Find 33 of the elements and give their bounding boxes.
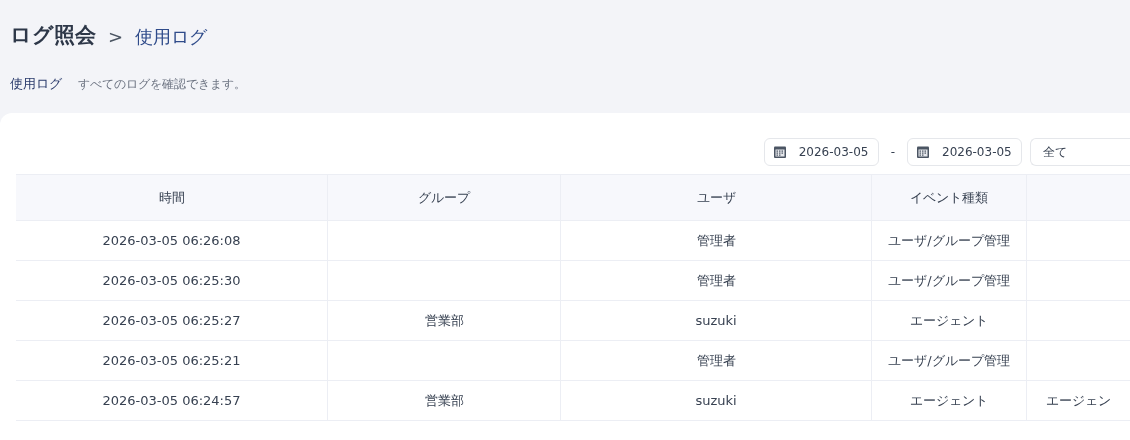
column-header: ユーザ <box>561 175 872 220</box>
table-cell: ユーザ/グループ管理 <box>872 261 1027 300</box>
table-cell: suzuki <box>561 381 872 420</box>
table-cell: 営業部 <box>328 381 561 420</box>
date-field[interactable]: 2026-03-05 <box>907 137 1022 166</box>
section-description: すべてのログを確認できます。 <box>78 76 246 93</box>
page-title: ログ照会 <box>10 22 96 50</box>
table-cell: suzuki <box>561 301 872 340</box>
table-cell-text: エージェン <box>1045 391 1112 410</box>
calendar-icon <box>916 144 930 159</box>
table-cell: ユーザ/グループ管理 <box>872 221 1027 260</box>
breadcrumb-separator: > <box>108 24 124 49</box>
calendar-icon <box>772 144 787 159</box>
table-cell: 管理者 <box>561 261 872 300</box>
date-field[interactable]: 2026-03-05 <box>763 137 879 166</box>
table-cell: 2026-03-05 06:25:21 <box>16 341 328 380</box>
section-title: 使用ログ <box>10 75 62 94</box>
table-cell: 2026-03-05 06:24:57 <box>16 381 328 420</box>
event-type-select[interactable]: 全て <box>1030 137 1130 166</box>
table-cell: 管理者 <box>561 221 872 260</box>
range-separator: - <box>889 143 896 161</box>
table-cell: 管理者 <box>561 341 872 380</box>
breadcrumb-current: 使用ログ <box>135 24 208 49</box>
table-cell: 2026-03-05 06:25:27 <box>16 301 328 340</box>
table-cell: 2026-03-05 06:26:08 <box>16 221 328 260</box>
table-cell: 2026-03-05 06:25:30 <box>16 261 328 300</box>
column-header: イベント種類 <box>872 175 1027 220</box>
column-header: 時間 <box>16 175 328 220</box>
table-cell: エージェント <box>872 381 1027 420</box>
column-header: グループ <box>328 175 561 220</box>
table-cell: ユーザ/グループ管理 <box>872 341 1027 380</box>
table-cell: 営業部 <box>328 301 561 340</box>
table-cell: エージェント <box>872 301 1027 340</box>
